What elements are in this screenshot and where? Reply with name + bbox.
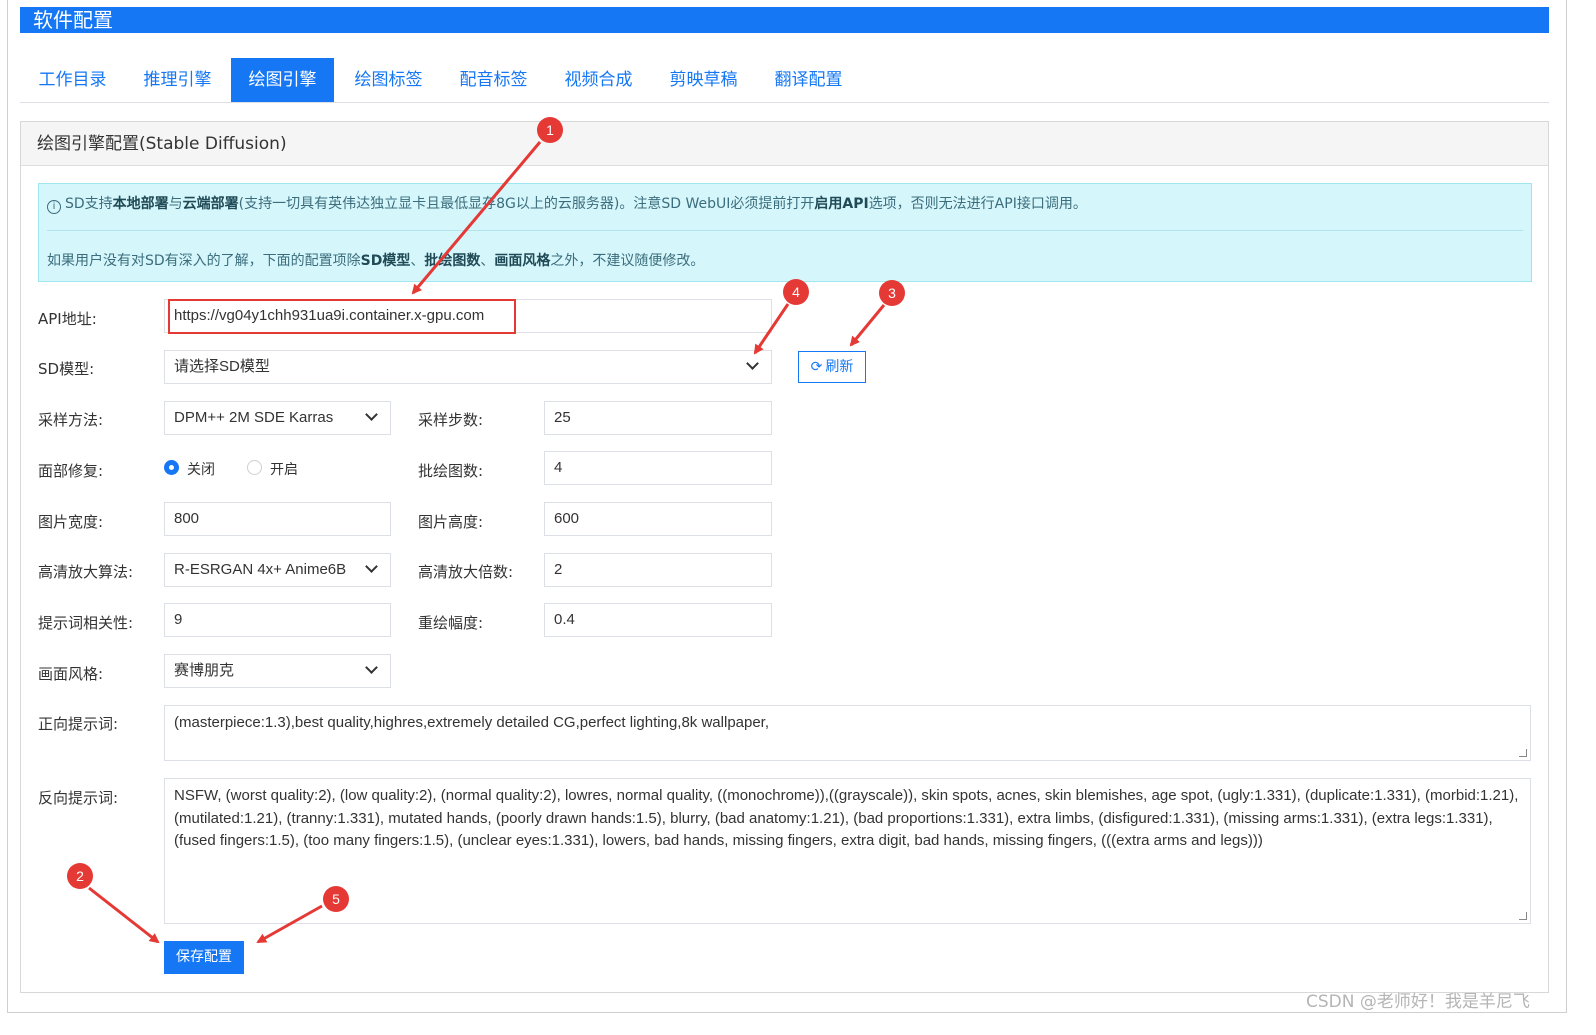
steps-input[interactable]: 25	[544, 401, 772, 435]
sd-model-label: SD模型:	[38, 360, 95, 378]
title-bar: 软件配置	[20, 7, 1549, 33]
alert-line-1: i SD支持本地部署与云端部署(支持一切具有英伟达独立显卡且最低显存8G以上的云服…	[47, 193, 1087, 214]
annotation-badge-4: 4	[783, 279, 809, 305]
positive-prompt-label: 正向提示词:	[38, 715, 119, 733]
tab-bar: 工作目录 推理引擎 绘图引擎 绘图标签 配音标签 视频合成 剪映草稿 翻译配置	[20, 58, 1549, 103]
negative-prompt-label: 反向提示词:	[38, 789, 119, 807]
face-off-label: 关闭	[187, 462, 215, 478]
chevron-down-icon	[365, 560, 378, 573]
face-on-label: 开启	[270, 462, 298, 478]
sampler-value: DPM++ 2M SDE Karras	[174, 409, 334, 426]
style-label: 画面风格:	[38, 665, 104, 683]
annotation-badge-3: 3	[879, 280, 905, 306]
face-off-radio[interactable]	[164, 460, 179, 475]
scale-label: 高清放大倍数:	[418, 563, 514, 581]
style-value: 赛博朋克	[174, 662, 235, 679]
config-panel: 绘图引擎配置(Stable Diffusion) i SD支持本地部署与云端部署(…	[20, 121, 1549, 993]
style-select[interactable]: 赛博朋克	[164, 654, 391, 688]
negative-prompt-textarea[interactable]: NSFW, (worst quality:2), (low quality:2)…	[164, 778, 1531, 924]
sampler-label: 采样方法:	[38, 411, 104, 429]
width-input[interactable]: 800	[164, 502, 391, 536]
positive-prompt-text: (masterpiece:1.3),best quality,highres,e…	[174, 714, 770, 731]
upscaler-value: R-ESRGAN 4x+ Anime6B	[174, 561, 347, 578]
sampler-select[interactable]: DPM++ 2M SDE Karras	[164, 401, 391, 435]
batch-label: 批绘图数:	[418, 462, 484, 480]
scale-input[interactable]: 2	[544, 553, 772, 587]
annotation-badge-5: 5	[323, 886, 349, 912]
alert-divider	[47, 230, 1523, 231]
save-config-button[interactable]: 保存配置	[164, 941, 244, 974]
resize-grip-icon[interactable]	[1519, 912, 1527, 920]
height-label: 图片高度:	[418, 513, 484, 531]
cfg-input[interactable]: 9	[164, 603, 391, 637]
alert-line-2: 如果用户没有对SD有深入的了解，下面的配置项除SD模型、批绘图数、画面风格之外，…	[47, 253, 705, 269]
panel-header: 绘图引擎配置(Stable Diffusion)	[21, 122, 1548, 166]
resize-grip-icon[interactable]	[1519, 749, 1527, 757]
refresh-icon: ⟳	[810, 359, 823, 375]
annotation-badge-2: 2	[67, 863, 93, 889]
denoise-input[interactable]: 0.4	[544, 603, 772, 637]
upscaler-select[interactable]: R-ESRGAN 4x+ Anime6B	[164, 553, 391, 587]
width-label: 图片宽度:	[38, 513, 104, 531]
tab-jianying-draft[interactable]: 剪映草稿	[651, 58, 756, 102]
app-title: 软件配置	[33, 8, 113, 32]
chevron-down-icon	[365, 661, 378, 674]
tab-translate-config[interactable]: 翻译配置	[756, 58, 861, 102]
sd-model-placeholder: 请选择SD模型	[174, 358, 270, 375]
api-url-highlight-box	[168, 299, 516, 334]
cfg-label: 提示词相关性:	[38, 614, 134, 632]
tab-drawing-engine[interactable]: 绘图引擎	[231, 58, 334, 102]
refresh-button[interactable]: ⟳ 刷新	[798, 351, 866, 383]
upscaler-label: 高清放大算法:	[38, 563, 134, 581]
batch-input[interactable]: 4	[544, 451, 772, 485]
steps-label: 采样步数:	[418, 411, 484, 429]
annotation-badge-1: 1	[537, 117, 563, 143]
face-restore-label: 面部修复:	[38, 462, 104, 480]
info-circle-icon: i	[47, 200, 61, 214]
sd-model-select[interactable]: 请选择SD模型	[164, 350, 772, 384]
api-label: API地址:	[38, 310, 97, 328]
positive-prompt-textarea[interactable]: (masterpiece:1.3),best quality,highres,e…	[164, 705, 1531, 761]
face-on-radio[interactable]	[247, 460, 262, 475]
negative-prompt-text: NSFW, (worst quality:2), (low quality:2)…	[174, 787, 1519, 849]
watermark: CSDN @老师好！我是羊尼飞	[1306, 992, 1530, 1012]
chevron-down-icon	[746, 357, 759, 370]
tab-drawing-tags[interactable]: 绘图标签	[336, 58, 441, 102]
tab-video-compose[interactable]: 视频合成	[546, 58, 651, 102]
denoise-label: 重绘幅度:	[418, 614, 484, 632]
chevron-down-icon	[365, 408, 378, 421]
tab-voice-tags[interactable]: 配音标签	[441, 58, 546, 102]
tab-work-dir[interactable]: 工作目录	[20, 58, 125, 102]
height-input[interactable]: 600	[544, 502, 772, 536]
tab-inference-engine[interactable]: 推理引擎	[125, 58, 230, 102]
panel-title: 绘图引擎配置(Stable Diffusion)	[37, 134, 287, 154]
info-alert: i SD支持本地部署与云端部署(支持一切具有英伟达独立显卡且最低显存8G以上的云服…	[38, 183, 1532, 282]
